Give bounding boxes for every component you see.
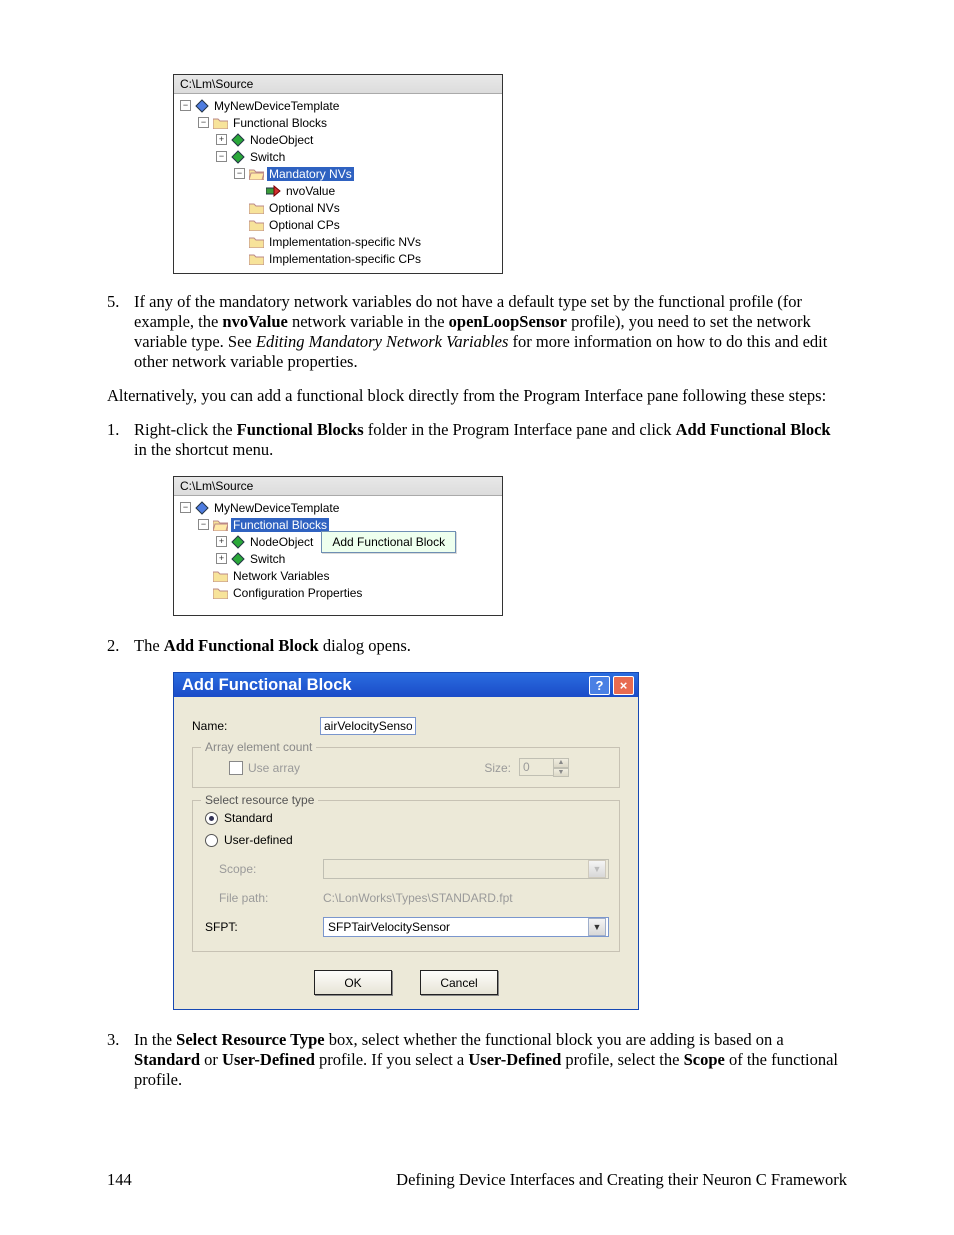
chevron-down-icon: ▼ <box>588 860 606 878</box>
add-functional-block-dialog: Add Functional Block ? × Name: Array ele… <box>173 672 639 1010</box>
tree-item[interactable]: MyNewDeviceTemplate <box>212 99 341 113</box>
folder-icon <box>249 219 264 231</box>
use-array-label: Use array <box>248 761 300 775</box>
template-icon <box>195 501 209 515</box>
tree-item[interactable]: Network Variables <box>231 569 331 583</box>
list-index: 5. <box>107 292 134 372</box>
tree-title: C:\Lm\Source <box>174 477 502 496</box>
name-label: Name: <box>192 719 320 733</box>
tree-item[interactable]: Functional Blocks <box>231 116 329 130</box>
tree-item[interactable]: NodeObject <box>248 133 315 147</box>
folder-icon <box>249 253 264 265</box>
expander-icon[interactable]: − <box>234 168 245 179</box>
template-icon <box>195 99 209 113</box>
expander-icon[interactable]: + <box>216 536 227 547</box>
expander-icon[interactable]: − <box>180 100 191 111</box>
expander-icon[interactable]: − <box>198 117 209 128</box>
standard-radio[interactable] <box>205 812 218 825</box>
expander-icon[interactable]: − <box>216 151 227 162</box>
resource-type-group: Select resource type Standard User-defin… <box>192 800 620 952</box>
cancel-button[interactable]: Cancel <box>420 970 498 995</box>
list-index: 3. <box>107 1030 134 1090</box>
block-icon <box>231 150 245 164</box>
tree-item[interactable]: Switch <box>248 150 287 164</box>
tree-item-selected[interactable]: Functional Blocks <box>231 518 329 532</box>
chapter-title: Defining Device Interfaces and Creating … <box>396 1170 847 1190</box>
list-index: 1. <box>107 420 134 460</box>
list-index: 2. <box>107 636 134 656</box>
folder-icon <box>213 587 228 599</box>
folder-icon <box>249 202 264 214</box>
spin-up-icon[interactable]: ▲ <box>553 758 569 768</box>
userdefined-radio[interactable] <box>205 834 218 847</box>
dialog-titlebar: Add Functional Block ? × <box>174 673 638 697</box>
folder-icon <box>213 570 228 582</box>
array-group: Array element count Use array Size: ▲▼ <box>192 747 620 788</box>
standard-label: Standard <box>224 811 273 825</box>
tree-item[interactable]: Implementation-specific CPs <box>267 252 423 266</box>
folder-icon <box>213 117 228 129</box>
filepath-label: File path: <box>219 891 323 905</box>
tree-window-2: C:\Lm\Source − MyNewDeviceTemplate − Fun… <box>173 476 503 616</box>
context-menu-item[interactable]: Add Functional Block <box>321 531 456 553</box>
help-icon[interactable]: ? <box>589 676 610 695</box>
use-array-checkbox[interactable] <box>229 761 243 775</box>
block-icon <box>231 535 245 549</box>
close-icon[interactable]: × <box>613 676 634 695</box>
tree-item[interactable]: Configuration Properties <box>231 586 364 600</box>
tree-item[interactable]: Optional NVs <box>267 201 342 215</box>
tree-item[interactable]: MyNewDeviceTemplate <box>212 501 341 515</box>
block-icon <box>231 133 245 147</box>
name-input[interactable] <box>320 717 416 735</box>
size-stepper[interactable]: ▲▼ <box>519 758 569 777</box>
tree-window-1: C:\Lm\Source − MyNewDeviceTemplate − Fun… <box>173 74 503 274</box>
scope-select: ▼ <box>323 859 609 879</box>
expander-icon[interactable]: + <box>216 134 227 145</box>
tree-item[interactable]: Implementation-specific NVs <box>267 235 423 249</box>
step-text: If any of the mandatory network variable… <box>134 292 847 372</box>
expander-icon[interactable]: − <box>198 519 209 530</box>
tree-item-selected[interactable]: Mandatory NVs <box>267 167 354 181</box>
tree-item[interactable]: Switch <box>248 552 287 566</box>
dialog-title: Add Functional Block <box>182 676 352 695</box>
scope-label: Scope: <box>219 862 323 876</box>
sfpt-label: SFPT: <box>205 920 323 934</box>
filepath-value: C:\LonWorks\Types\STANDARD.fpt <box>323 891 513 905</box>
block-icon <box>231 552 245 566</box>
tree-title: C:\Lm\Source <box>174 75 502 94</box>
paragraph: Alternatively, you can add a functional … <box>107 386 847 406</box>
resource-legend: Select resource type <box>201 793 318 807</box>
tree-item[interactable]: nvoValue <box>284 184 337 198</box>
tree-item[interactable]: NodeObject <box>248 535 315 549</box>
page-number: 144 <box>107 1170 132 1190</box>
chevron-down-icon[interactable]: ▼ <box>588 918 606 936</box>
folder-open-icon <box>213 519 228 531</box>
expander-icon[interactable]: − <box>180 502 191 513</box>
step-text: The Add Functional Block dialog opens. <box>134 636 847 656</box>
userdefined-label: User-defined <box>224 833 293 847</box>
folder-open-icon <box>249 168 264 180</box>
tree-item[interactable]: Optional CPs <box>267 218 342 232</box>
folder-icon <box>249 236 264 248</box>
expander-icon[interactable]: + <box>216 553 227 564</box>
spin-down-icon[interactable]: ▼ <box>553 768 569 778</box>
size-label: Size: <box>484 761 511 775</box>
step-text: Right-click the Functional Blocks folder… <box>134 420 847 460</box>
array-legend: Array element count <box>201 740 316 754</box>
ok-button[interactable]: OK <box>314 970 392 995</box>
nv-icon <box>266 185 281 197</box>
sfpt-select[interactable]: SFPTairVelocitySensor▼ <box>323 917 609 937</box>
step-text: In the Select Resource Type box, select … <box>134 1030 847 1090</box>
